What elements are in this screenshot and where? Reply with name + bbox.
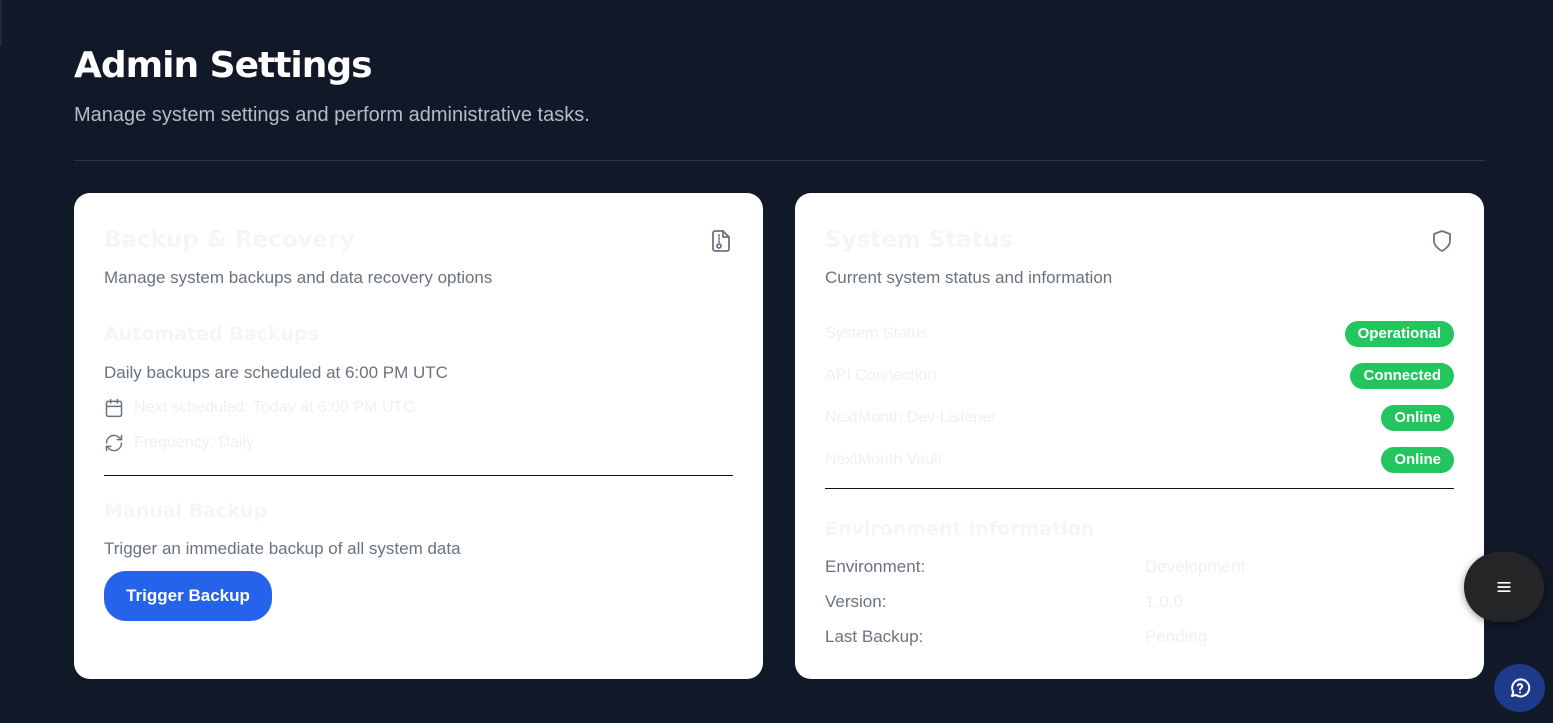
trigger-backup-button[interactable]: Trigger Backup <box>104 571 272 621</box>
env-value: Pending <box>1145 627 1208 646</box>
section-divider <box>825 488 1454 489</box>
calendar-icon <box>105 398 123 418</box>
status-badge: Online <box>1381 447 1454 473</box>
automated-backups-title: Automated Backups <box>104 323 319 345</box>
backup-recovery-card: Backup & Recovery Manage system backups … <box>74 193 763 679</box>
env-value: Development <box>1145 557 1246 576</box>
header-divider <box>74 160 1485 161</box>
manual-backup-title: Manual Backup <box>104 500 268 522</box>
page-header: Admin Settings Manage system settings an… <box>74 44 1485 128</box>
menu-icon <box>1497 582 1511 592</box>
env-row-last-backup: Last Backup: Pending <box>825 626 1454 648</box>
admin-settings-page: Admin Settings Manage system settings an… <box>0 0 1553 723</box>
manual-backup-description: Trigger an immediate backup of all syste… <box>104 539 461 558</box>
status-row-vault: NextMonth Vault Online <box>825 447 1454 473</box>
refresh-icon <box>105 434 123 452</box>
page-title: Admin Settings <box>74 45 373 86</box>
env-label: Last Backup: <box>825 627 924 646</box>
env-value: 1.0.0 <box>1145 592 1183 611</box>
card-title: Backup & Recovery <box>104 227 355 253</box>
card-description: Manage system backups and data recovery … <box>104 268 493 287</box>
card-title: System Status <box>825 227 1013 253</box>
status-label: NextMonth Dev Listener <box>825 409 997 426</box>
file-archive-icon <box>709 229 733 253</box>
env-row-version: Version: 1.0.0 <box>825 591 1454 613</box>
status-badge: Connected <box>1350 363 1454 389</box>
system-status-card: System Status Current system status and … <box>795 193 1484 679</box>
status-row-api: API Connection Connected <box>825 363 1454 389</box>
status-row-system: System Status Operational <box>825 321 1454 347</box>
environment-info-title: Environment Information <box>825 518 1095 540</box>
help-icon <box>1510 678 1530 698</box>
status-label: NextMonth Vault <box>825 451 943 468</box>
status-row-dev-listener: NextMonth Dev Listener Online <box>825 405 1454 431</box>
section-divider <box>104 475 733 476</box>
sidebar-edge <box>0 0 2 46</box>
card-description: Current system status and information <box>825 268 1113 287</box>
env-label: Environment: <box>825 557 926 576</box>
help-chat-button[interactable] <box>1494 664 1545 712</box>
env-label: Version: <box>825 592 887 611</box>
env-row-environment: Environment: Development <box>825 556 1454 578</box>
menu-fab-button[interactable] <box>1464 552 1544 622</box>
status-label: API Connection <box>825 367 937 384</box>
status-badge: Online <box>1381 405 1454 431</box>
next-scheduled-row: Next scheduled: Today at 6:00 PM UTC <box>104 398 415 418</box>
frequency-text: Frequency: Daily <box>134 434 255 451</box>
status-badge: Operational <box>1344 321 1454 347</box>
page-subtitle: Manage system settings and perform admin… <box>74 104 590 126</box>
next-scheduled-text: Next scheduled: Today at 6:00 PM UTC <box>134 399 415 416</box>
status-label: System Status <box>825 325 929 342</box>
frequency-row: Frequency: Daily <box>104 433 254 453</box>
shield-icon <box>1430 229 1454 253</box>
backup-schedule-text: Daily backups are scheduled at 6:00 PM U… <box>104 363 448 382</box>
